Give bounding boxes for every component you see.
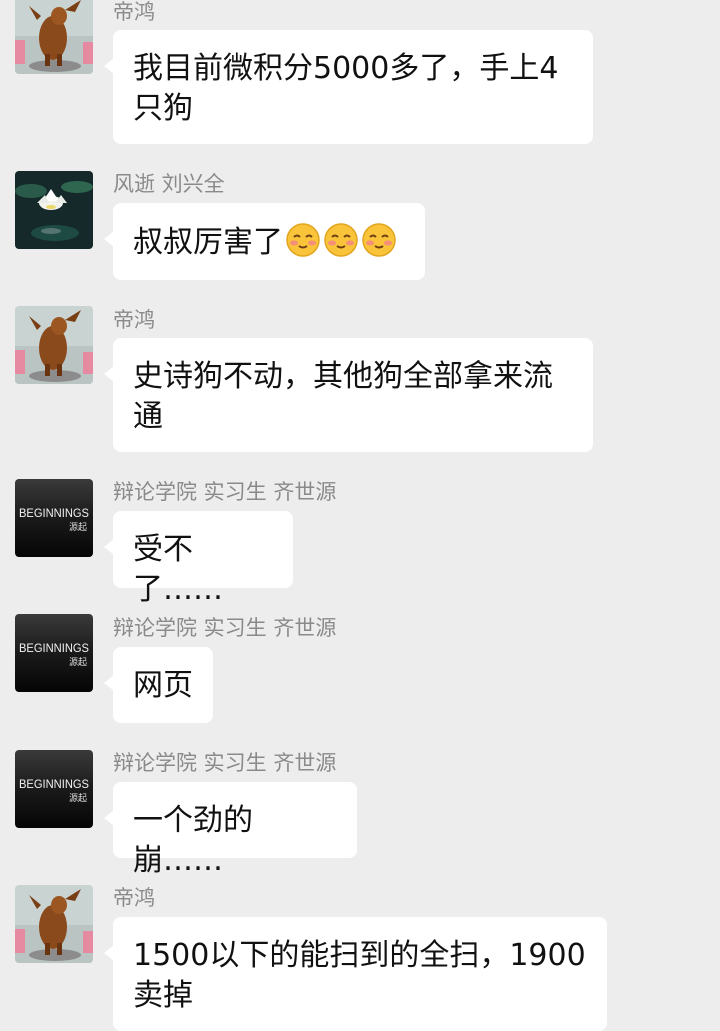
message-text: 网页 [133, 668, 193, 703]
sender-name: 风逝 刘兴全 [113, 172, 225, 196]
avatar-title: BEGINNINGS [19, 779, 89, 791]
chat-message-list: 帝鸿 我目前微积分5000多了，手上4只狗 风逝 刘兴全 叔叔厉害了 帝鸿 史诗… [0, 0, 720, 1031]
shy-smile-emoji-icon [285, 222, 321, 269]
deer-figure-avatar-image [15, 0, 93, 74]
message-text: 我目前微积分5000多了，手上4只狗 [133, 51, 559, 126]
message-bubble[interactable]: 网页 [104, 647, 213, 723]
beginnings-avatar[interactable]: BEGINNINGS 源起 [15, 750, 93, 828]
deer-figure-avatar[interactable] [15, 0, 93, 74]
avatar-title: BEGINNINGS [19, 508, 89, 520]
deer-figure-avatar[interactable] [15, 885, 93, 963]
message-text: 叔叔厉害了 [133, 225, 283, 260]
sender-name: 辩论学院 实习生 齐世源 [113, 751, 337, 775]
deer-figure-avatar-image [15, 885, 93, 963]
beginnings-avatar-image: BEGINNINGS 源起 [15, 479, 93, 557]
message-bubble[interactable]: 叔叔厉害了 [104, 203, 425, 280]
deer-figure-avatar-image [15, 306, 93, 384]
shy-smile-emoji-icon [361, 222, 397, 269]
message-text: 一个劲的崩…… [133, 803, 253, 878]
lotus-avatar[interactable] [15, 171, 93, 249]
avatar-subtitle: 源起 [69, 793, 87, 804]
sender-name: 辩论学院 实习生 齐世源 [113, 480, 337, 504]
deer-figure-avatar[interactable] [15, 306, 93, 384]
message-bubble[interactable]: 我目前微积分5000多了，手上4只狗 [104, 30, 593, 144]
shy-smile-emoji-icon [323, 222, 359, 269]
message-bubble[interactable]: 史诗狗不动，其他狗全部拿来流通 [104, 338, 593, 452]
sender-name: 帝鸿 [113, 886, 155, 910]
message-bubble[interactable]: 一个劲的崩…… [104, 782, 357, 878]
sender-name: 帝鸿 [113, 0, 155, 24]
beginnings-avatar[interactable]: BEGINNINGS 源起 [15, 479, 93, 557]
message-content: 叔叔厉害了 [133, 222, 405, 269]
message-text: 受不了…… [133, 532, 223, 607]
beginnings-avatar-image: BEGINNINGS 源起 [15, 614, 93, 692]
message-text: 史诗狗不动，其他狗全部拿来流通 [133, 359, 553, 434]
avatar-subtitle: 源起 [69, 522, 87, 533]
sender-name: 辩论学院 实习生 齐世源 [113, 616, 337, 640]
beginnings-avatar-image: BEGINNINGS 源起 [15, 750, 93, 828]
message-bubble[interactable]: 受不了…… [104, 511, 293, 607]
message-text: 1500以下的能扫到的全扫，1900卖掉 [133, 938, 586, 1013]
beginnings-avatar[interactable]: BEGINNINGS 源起 [15, 614, 93, 692]
sender-name: 帝鸿 [113, 308, 155, 332]
lotus-avatar-image [15, 171, 93, 249]
message-bubble[interactable]: 1500以下的能扫到的全扫，1900卖掉 [104, 917, 607, 1031]
avatar-title: BEGINNINGS [19, 643, 89, 655]
avatar-subtitle: 源起 [69, 657, 87, 668]
